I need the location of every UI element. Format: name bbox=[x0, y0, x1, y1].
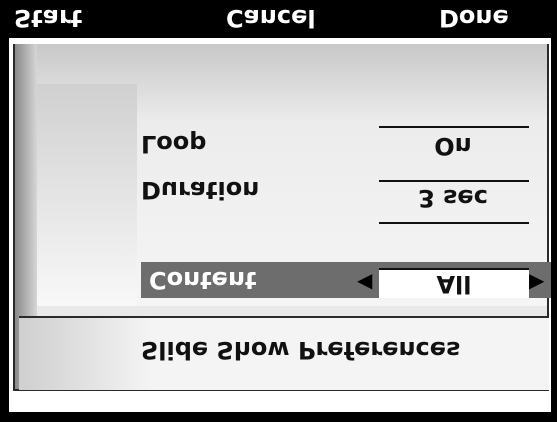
loop-value[interactable]: On bbox=[379, 132, 527, 160]
loop-label: Loop bbox=[141, 130, 207, 158]
softkey-bar: Start Cancel Done bbox=[0, 0, 557, 38]
content-prev-arrow-icon[interactable]: ◀ bbox=[357, 262, 372, 298]
content-next-arrow-icon[interactable]: ▶ bbox=[529, 262, 544, 298]
page-title: Slide Show Preferences bbox=[141, 336, 461, 364]
duration-value-line-top bbox=[379, 180, 529, 182]
panel-shading bbox=[37, 84, 137, 306]
preferences-screen: Loop On Duration 3 sec Content ◀ All ▶ S… bbox=[7, 38, 553, 412]
title-bar: Slide Show Preferences bbox=[19, 316, 549, 390]
duration-value[interactable]: 3 sec bbox=[379, 184, 527, 212]
done-softkey[interactable]: Done bbox=[439, 2, 509, 34]
content-row[interactable]: Content ◀ All ▶ bbox=[141, 262, 551, 298]
duration-value-line-bottom bbox=[379, 222, 529, 224]
start-softkey[interactable]: Start bbox=[14, 2, 82, 34]
loop-value-line bbox=[379, 126, 529, 128]
cancel-softkey[interactable]: Cancel bbox=[226, 2, 316, 34]
duration-label: Duration bbox=[141, 176, 260, 204]
preferences-frame: Loop On Duration 3 sec Content ◀ All ▶ S… bbox=[13, 44, 551, 391]
content-label: Content bbox=[149, 266, 257, 294]
content-value-text: All bbox=[436, 270, 472, 298]
content-value[interactable]: All bbox=[379, 268, 529, 298]
